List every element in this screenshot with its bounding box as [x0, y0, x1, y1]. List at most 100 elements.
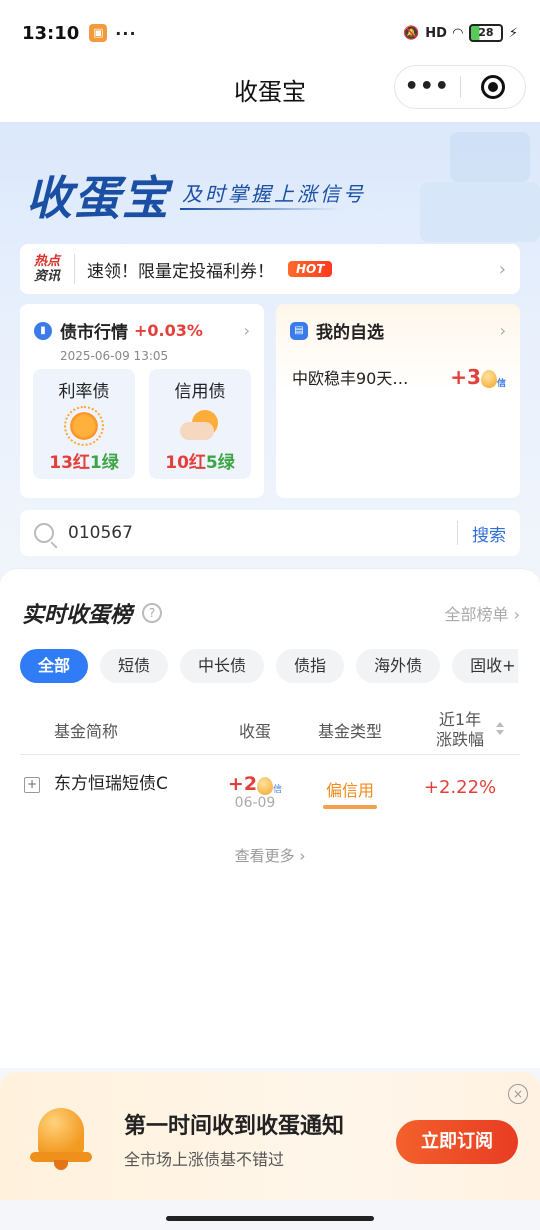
rate-bond-tile[interactable]: 利率债 13红1绿	[33, 369, 135, 479]
watchlist-title: 我的自选	[316, 323, 384, 343]
all-rankings-link[interactable]: 全部榜单 ›	[445, 601, 521, 625]
target-icon	[480, 75, 505, 99]
mini-program-capsule: •••	[394, 65, 526, 109]
cloudy-sun-icon	[180, 410, 220, 442]
category-tabs: 全部 短债 中长债 债指 海外债 固收+	[0, 629, 518, 683]
slogan-underline	[180, 208, 340, 210]
help-icon[interactable]: ?	[142, 603, 163, 623]
ranking-panel: 实时收蛋榜 ? 全部榜单 › 全部 短债 中长债 债指 海外债 固收+ 基金简称…	[0, 568, 540, 1068]
tab-all[interactable]: 全部	[20, 649, 89, 683]
charging-icon: ⚡	[508, 25, 518, 41]
bond-type-label: 利率债	[58, 382, 110, 402]
status-more-dots: ···	[115, 23, 137, 43]
sort-icon	[496, 721, 504, 735]
sun-icon	[64, 406, 104, 446]
bar-chart-icon: ▮	[34, 321, 52, 340]
news-text: 速领！限量定投福利券！	[87, 261, 274, 282]
watchlist-fund-name: 中欧稳丰90天…	[292, 369, 409, 388]
bond-market-header: ▮ 债市行情 +0.03% ›	[20, 304, 264, 343]
app-notification-icon: ▣	[89, 24, 108, 42]
bond-red-green-count: 13红1绿	[33, 448, 135, 473]
green-count: 5绿	[205, 453, 235, 473]
nav-bar: 收蛋宝 •••	[0, 56, 540, 122]
search-divider	[457, 521, 458, 545]
ranking-title: 实时收蛋榜	[22, 603, 133, 628]
fund-egg: +2 信 06-09	[210, 773, 300, 811]
watchlist-egg-value: +3 信	[450, 365, 506, 389]
search-input[interactable]	[68, 523, 443, 543]
status-indicators: 🔕 HD ◠ 28 ⚡	[403, 24, 518, 42]
fund-type-underline	[323, 805, 377, 809]
close-mini-program-button[interactable]	[461, 75, 526, 99]
tab-bond-index[interactable]: 债指	[276, 649, 345, 683]
chevron-right-icon: ›	[498, 258, 506, 280]
tab-mid-long-bond[interactable]: 中长债	[180, 649, 265, 683]
bond-red-green-count: 10红5绿	[149, 448, 251, 473]
credit-tag: 信	[273, 785, 283, 795]
bell-icon	[30, 1102, 92, 1172]
fund-type: 偏信用	[300, 773, 400, 809]
home-indicator	[166, 1216, 374, 1221]
search-icon	[34, 523, 54, 543]
bond-market-card[interactable]: ▮ 债市行情 +0.03% › 2025-06-09 13:05 利率债 13红…	[20, 304, 264, 498]
brand-logo-text: 收蛋宝	[26, 171, 170, 225]
battery-icon: 28	[468, 24, 503, 42]
more-menu-button[interactable]: •••	[395, 76, 460, 98]
golden-egg-icon	[257, 776, 274, 795]
credit-bond-tile[interactable]: 信用债 10红5绿	[149, 369, 251, 479]
news-tag-line1: 热点	[34, 254, 61, 269]
tab-overseas-bond[interactable]: 海外债	[356, 649, 441, 683]
egg-count: +2	[227, 773, 258, 795]
fund-1y-change: +2.22%	[423, 777, 497, 798]
table-row[interactable]: + 东方恒瑞短债C +2 信 06-09 偏信用 +2.22%	[20, 755, 520, 833]
news-divider	[74, 254, 75, 284]
chevron-right-icon: ›	[499, 321, 506, 340]
news-tag: 热点 资讯	[34, 254, 66, 284]
table-header: 基金简称 收蛋 基金类型 近1年 涨跌幅	[20, 705, 520, 755]
hero-decoration	[420, 182, 540, 242]
red-count: 13红	[49, 453, 90, 473]
tab-fixed-income-plus[interactable]: 固收+	[452, 649, 518, 683]
column-fund-name: 基金简称	[54, 721, 119, 741]
hot-badge: HOT	[288, 261, 333, 277]
red-count: 10红	[165, 453, 206, 473]
subscribe-button[interactable]: 立即订阅	[396, 1120, 518, 1164]
tab-short-bond[interactable]: 短债	[100, 649, 169, 683]
egg-date: 06-09	[234, 795, 276, 811]
mute-icon: 🔕	[403, 25, 420, 41]
bond-market-title: 债市行情	[60, 323, 128, 343]
fund-name: 东方恒瑞短债C	[54, 774, 168, 794]
page-title: 收蛋宝	[234, 77, 306, 106]
close-icon[interactable]: ×	[508, 1084, 528, 1104]
search-bar: 搜索	[20, 510, 520, 556]
bond-market-date: 2025-06-09 13:05	[60, 349, 169, 363]
column-1y-line1: 近1年	[438, 709, 482, 729]
add-watchlist-icon[interactable]: +	[24, 777, 40, 793]
ranking-header: 实时收蛋榜 ? 全部榜单 ›	[0, 569, 540, 629]
news-tag-line2: 资讯	[34, 269, 61, 284]
wifi-icon: ◠	[452, 25, 463, 41]
hero-decoration	[450, 132, 530, 182]
subscribe-desc: 全市场上涨债基不错过	[124, 1150, 285, 1169]
credit-tag: 信	[496, 379, 506, 389]
brand-slogan: 及时掌握上涨信号	[182, 182, 366, 206]
hd-signal-icon: HD	[425, 25, 447, 41]
status-time: 13:10	[22, 22, 80, 44]
column-egg: 收蛋	[238, 721, 271, 741]
fund-type-label: 偏信用	[325, 781, 374, 800]
watchlist-card[interactable]: ▤ 我的自选 › 中欧稳丰90天… +3 信	[276, 304, 520, 498]
bond-market-change: +0.03%	[134, 321, 203, 340]
bookmark-icon: ▤	[290, 321, 308, 340]
column-fund-type: 基金类型	[317, 721, 382, 741]
watchlist-header: ▤ 我的自选 ›	[276, 304, 520, 343]
bond-type-label: 信用债	[174, 382, 226, 402]
news-banner[interactable]: 热点 资讯 速领！限量定投福利券！ HOT ›	[20, 244, 520, 294]
bond-type-row: 利率债 13红1绿 信用债 10红5绿	[20, 363, 264, 479]
green-count: 1绿	[89, 453, 119, 473]
column-1y-change[interactable]: 近1年 涨跌幅	[400, 710, 520, 750]
view-more-link[interactable]: 查看更多 ›	[0, 845, 540, 866]
watchlist-item[interactable]: 中欧稳丰90天… +3 信	[276, 343, 520, 389]
chevron-right-icon: ›	[243, 321, 250, 340]
search-button[interactable]: 搜索	[472, 521, 506, 546]
egg-count: +3	[450, 365, 481, 389]
